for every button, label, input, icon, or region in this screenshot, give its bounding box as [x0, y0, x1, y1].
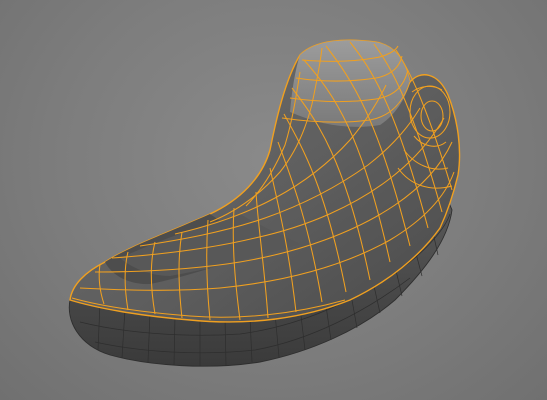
- 3d-viewport[interactable]: [0, 0, 547, 400]
- foot-mesh-render[interactable]: [0, 0, 547, 400]
